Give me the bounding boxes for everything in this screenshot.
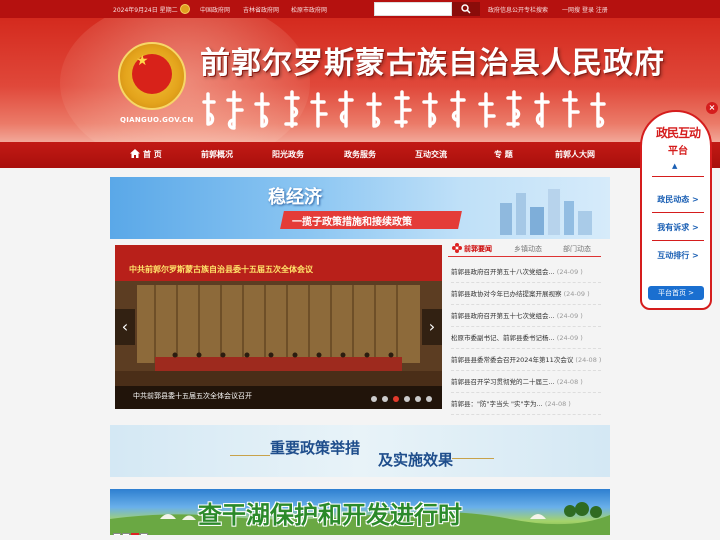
news-item[interactable]: 前郭县政协对今年已办结提案开展视察 (24-09 ) — [451, 283, 601, 305]
nav-item-home[interactable]: 首 页 — [130, 142, 162, 168]
site-header: ★ QIANGUO.GOV.CN 前郭尔罗斯蒙古族自治县人民政府 — [0, 18, 720, 142]
nav-item-sunshine-gov[interactable]: 阳光政务 — [272, 142, 304, 168]
news-title: 前郭县政协对今年已办结提案开展视察 — [451, 290, 562, 298]
news-item[interactable]: 前郭县召开学习贯彻党的二十届三... (24-08 ) — [451, 371, 601, 393]
search-button[interactable] — [452, 2, 480, 16]
slider-dot-2[interactable] — [382, 396, 388, 402]
slide-banner-text: 中共前郭尔罗斯蒙古族自治县委十五届五次全体会议 — [129, 265, 313, 274]
stabilize-economy-banner[interactable]: 稳经济 一揽子政策措施和接续政策 — [110, 177, 610, 239]
news-date: (24-09 ) — [556, 268, 583, 276]
link-songyuan-gov[interactable]: 松原市政府网 — [291, 5, 327, 14]
tab-department-news[interactable]: 部门动态 — [563, 244, 591, 254]
news-photo-slider[interactable]: 中共前郭尔罗斯蒙古族自治县委十五届五次全体会议 中共前郭县委十五届五次全体会议召… — [115, 245, 442, 409]
nav-item-npc[interactable]: 前郭人大网 — [555, 142, 595, 168]
city-skyline-graphic — [500, 189, 592, 235]
current-date: 2024年9月24日 星期二 — [113, 7, 178, 14]
nav-item-topics[interactable]: 专 题 — [494, 142, 513, 168]
mini-emblem-icon — [180, 4, 190, 14]
search-icon — [461, 4, 471, 14]
pager-page-1[interactable]: 1 — [113, 533, 121, 535]
decorative-rule — [452, 458, 494, 459]
link-public-dynamics[interactable]: 政民动态 > — [642, 194, 714, 205]
platform-home-button[interactable]: 平台首页 > — [648, 286, 704, 300]
news-item[interactable]: 前郭县政府召开第五十七次党组会... (24-09 ) — [451, 305, 601, 327]
slider-dot-4[interactable] — [404, 396, 410, 402]
slider-dot-3[interactable] — [393, 396, 399, 402]
platform-subtitle: 平台 — [668, 146, 688, 157]
link-submit-request[interactable]: 我有诉求 > — [642, 222, 714, 233]
nav-item-overview[interactable]: 前郭概况 — [201, 142, 233, 168]
slider-dot-5[interactable] — [415, 396, 421, 402]
news-title: 松原市委副书记、前郭县委书记杨... — [451, 334, 555, 342]
site-title: 前郭尔罗斯蒙古族自治县人民政府 — [200, 46, 665, 81]
news-item[interactable]: 松原市委副书记、前郭县委书记杨... (24-09 ) — [451, 327, 601, 349]
flower-icon — [452, 243, 462, 253]
search-input[interactable] — [374, 2, 452, 16]
divider — [652, 212, 704, 213]
banner-pager: 1234 — [113, 524, 149, 535]
platform-title: 政民互动 — [655, 126, 701, 140]
link-jilin-gov[interactable]: 吉林省政府网 — [243, 5, 279, 14]
news-item[interactable]: 前郭县："防"字当头 "实"字为... (24-08 ) — [451, 393, 601, 415]
news-tabs: 前郭要闻 乡镇动态 部门动态 — [448, 241, 601, 257]
divider — [652, 176, 704, 177]
news-title: 前郭县县委常委会召开2024年第11次会议 — [451, 356, 574, 364]
tab-qianguo-news[interactable]: 前郭要闻 — [464, 244, 492, 254]
news-item[interactable]: 前郭县政府召开第五十八次党组会... (24-09 ) — [451, 261, 601, 283]
link-one-net-search[interactable]: 一网搜 — [562, 5, 580, 14]
slider-dot-1[interactable] — [371, 396, 377, 402]
link-ranking[interactable]: 互动排行 > — [642, 250, 714, 261]
promo-title: 稳经济 — [268, 187, 322, 208]
promo-subtitle: 一揽子政策措施和接续政策 — [292, 217, 412, 228]
link-disclosure-search[interactable]: 政府信息公开专栏搜索 — [488, 5, 548, 14]
key-policy-banner[interactable]: 重要政策举措 及实施效果 — [110, 425, 610, 477]
mongolian-script-graphic — [202, 90, 606, 130]
news-panel: 前郭要闻 乡镇动态 部门动态 前郭县政府召开第五十八次党组会... (24-09… — [448, 241, 601, 416]
slider-prev-button[interactable]: ‹ — [115, 309, 135, 345]
chevron-up-icon: ▲ — [672, 162, 678, 170]
policy-title-line1: 重要政策举措 — [270, 439, 361, 457]
slider-next-button[interactable]: › — [422, 309, 442, 345]
site-domain: QIANGUO.GOV.CN — [120, 116, 194, 124]
pager-page-3[interactable]: 3 — [131, 533, 139, 535]
nav-item-services[interactable]: 政务服务 — [344, 142, 376, 168]
news-date: (24-09 ) — [563, 290, 590, 298]
tab-township-news[interactable]: 乡镇动态 — [514, 244, 542, 254]
close-panel-button[interactable]: × — [706, 102, 718, 114]
main-nav: 首 页 前郭概况 阳光政务 政务服务 互动交流 专 题 前郭人大网 — [0, 142, 720, 168]
news-title: 前郭县："防"字当头 "实"字为... — [451, 400, 543, 408]
top-bar: 2024年9月24日 星期二 中国政府网 吉林省政府网 松原市政府网 政府信息公… — [0, 0, 720, 18]
news-title: 前郭县政府召开第五十七次党组会... — [451, 312, 555, 320]
policy-title-line2: 及实施效果 — [378, 451, 454, 469]
home-icon — [130, 149, 140, 158]
news-date: (24-09 ) — [556, 334, 583, 342]
slide-caption: 中共前郭县委十五届五次全体会议召开 — [133, 392, 252, 400]
news-date: (24-08 ) — [556, 378, 583, 386]
news-date: (24-08 ) — [544, 400, 571, 408]
slider-dot-6[interactable] — [426, 396, 432, 402]
nav-item-interaction[interactable]: 互动交流 — [415, 142, 447, 168]
chagan-lake-banner[interactable]: 查干湖保护和开发进行时 1234 — [110, 489, 610, 535]
divider — [652, 240, 704, 241]
pager-page-4[interactable]: 4 — [140, 533, 148, 535]
link-china-gov[interactable]: 中国政府网 — [200, 5, 230, 14]
news-item[interactable]: 前郭县县委常委会召开2024年第11次会议 (24-08 ) — [451, 349, 601, 371]
nav-label-home: 首 页 — [143, 150, 162, 159]
interaction-platform-panel: 政民互动 平台 ▲ 政民动态 > 我有诉求 > 互动排行 > 平台首页 > — [640, 110, 712, 310]
news-date: (24-08 ) — [575, 356, 601, 364]
news-title: 前郭县政府召开第五十八次党组会... — [451, 268, 555, 276]
pager-page-2[interactable]: 2 — [122, 533, 130, 535]
login-register-link[interactable]: 登录 注册 — [582, 5, 608, 14]
news-title: 前郭县召开学习贯彻党的二十届三... — [451, 378, 555, 386]
national-emblem-icon: ★ — [118, 42, 186, 110]
decorative-rule — [230, 455, 270, 456]
news-date: (24-09 ) — [556, 312, 583, 320]
lake-banner-title: 查干湖保护和开发进行时 — [198, 500, 462, 529]
